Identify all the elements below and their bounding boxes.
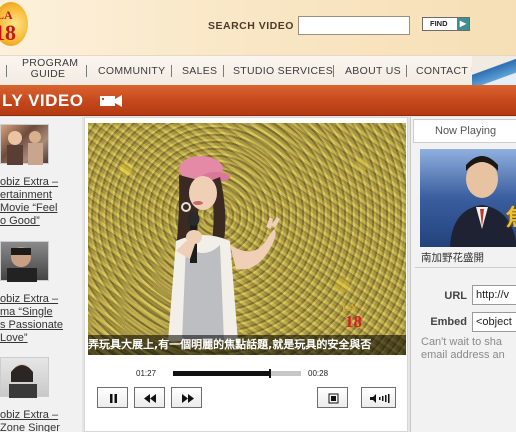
- list-item-line: s Passionate: [0, 319, 63, 331]
- list-item[interactable]: obiz Extra – Zone Singer: [0, 409, 82, 432]
- fullscreen-button[interactable]: [317, 387, 348, 408]
- nav-item-about-us[interactable]: ABOUT US: [345, 56, 401, 86]
- site-logo[interactable]: LA 18: [0, 2, 28, 46]
- share-description-line: email address an: [421, 349, 505, 361]
- seek-bar-fill: [173, 371, 269, 376]
- nav-item-sales[interactable]: SALES: [182, 56, 217, 86]
- nav-separator: [406, 65, 407, 77]
- section-title: LY VIDEO: [2, 91, 84, 110]
- url-label: URL: [444, 290, 467, 302]
- video-subject-image: [168, 156, 280, 341]
- list-item-line: Love”: [0, 332, 28, 344]
- time-total: 00:28: [308, 369, 329, 378]
- video-list: obiz Extra – ertainment Movie “Feel o Go…: [0, 117, 82, 432]
- list-item-line: obiz Extra –: [0, 176, 59, 188]
- channel-watermark-bottom: 18: [345, 312, 362, 331]
- video-thumbnail[interactable]: [0, 241, 49, 282]
- main-nav: PROGRAM GUIDE COMMUNITY SALES STUDIO SER…: [0, 55, 516, 88]
- pause-button[interactable]: [97, 387, 128, 408]
- share-description-line: Can't wait to sha: [421, 336, 502, 348]
- thumbnail-image: [7, 131, 43, 165]
- search-input[interactable]: [298, 16, 410, 35]
- tab-now-playing[interactable]: Now Playing: [413, 119, 516, 143]
- list-item-line: o Good”: [0, 215, 40, 227]
- video-subtitle: 弄玩具大展上,有一個明麗的焦點話題,就是玩具的安全與否: [88, 335, 406, 355]
- site-header: LA 18 SEARCH VIDEO FIND ▶: [0, 0, 516, 55]
- video-camera-icon: [100, 95, 122, 107]
- list-item-line: Movie “Feel: [0, 202, 58, 214]
- list-item[interactable]: obiz Extra – ertainment Movie “Feel o Go…: [0, 176, 82, 228]
- nav-item-program-guide[interactable]: PROGRAM GUIDE: [22, 58, 78, 88]
- nav-item-label: SALES: [182, 65, 218, 77]
- rewind-button[interactable]: [134, 387, 165, 408]
- nav-item-community[interactable]: COMMUNITY: [98, 56, 165, 86]
- find-button[interactable]: FIND ▶: [422, 17, 470, 31]
- divider: [415, 267, 516, 268]
- embed-field[interactable]: [472, 312, 516, 332]
- thumbnail-image: [9, 364, 37, 398]
- video-thumbnail[interactable]: [0, 357, 49, 398]
- nav-item-label-line2: GUIDE: [30, 68, 66, 80]
- list-item-line: obiz Extra –: [0, 409, 59, 421]
- arrow-right-icon: ▶: [457, 18, 469, 30]
- fast-forward-icon: [182, 394, 194, 403]
- section-title-bar: LY VIDEO: [0, 85, 516, 116]
- now-playing-panel: Now Playing 焦 南加野花盛開 URL Embed: [410, 117, 516, 432]
- pause-icon: [110, 394, 117, 403]
- nav-item-label: COMMUNITY: [98, 65, 166, 77]
- player-controls: 01:27 00:28: [88, 358, 406, 430]
- now-playing-thumbnail[interactable]: 焦: [420, 149, 516, 247]
- page: LA 18 SEARCH VIDEO FIND ▶ PROGRAM GUIDE …: [0, 0, 516, 432]
- list-item-line: obiz Extra –: [0, 293, 59, 305]
- rewind-icon: [144, 394, 156, 403]
- channel-watermark: LA 18: [342, 303, 372, 333]
- nav-separator: [171, 65, 172, 77]
- volume-button[interactable]: [361, 387, 396, 408]
- fullscreen-icon: [328, 393, 339, 404]
- now-playing-title: 南加野花盛開: [421, 252, 484, 264]
- embed-label: Embed: [430, 316, 467, 328]
- nav-item-label: STUDIO SERVICES: [233, 65, 333, 77]
- thumbnail-image: [7, 247, 37, 282]
- fast-forward-button[interactable]: [171, 387, 202, 408]
- nav-separator: [86, 65, 87, 77]
- nav-separator: [6, 65, 7, 77]
- nav-separator: [333, 65, 334, 77]
- url-field[interactable]: [472, 285, 516, 305]
- nav-item-label: ABOUT US: [345, 65, 401, 77]
- seek-bar[interactable]: [173, 369, 301, 378]
- nav-separator: [223, 65, 224, 77]
- list-item-line: ma “Single: [0, 306, 53, 318]
- find-button-label: FIND: [430, 19, 448, 28]
- seek-handle[interactable]: [269, 369, 271, 378]
- logo-text-bottom: 18: [0, 20, 16, 45]
- nav-swoosh-decoration: [472, 56, 516, 86]
- time-current: 01:27: [136, 369, 157, 378]
- list-item-line: Zone Singer: [0, 422, 60, 432]
- thumbnail-caption-glyph: 焦: [506, 200, 516, 232]
- search-label: SEARCH VIDEO: [208, 20, 294, 32]
- nav-item-studio-services[interactable]: STUDIO SERVICES: [233, 56, 333, 86]
- thumbnail-image: [420, 149, 516, 247]
- share-description: Can't wait to sha email address an: [421, 336, 516, 362]
- list-item-line: ertainment: [0, 189, 52, 201]
- video-thumbnail[interactable]: [0, 124, 49, 165]
- volume-icon: [370, 394, 390, 403]
- list-item[interactable]: obiz Extra – ma “Single s Passionate Lov…: [0, 293, 82, 345]
- video-player: LA 18 弄玩具大展上,有一個明麗的焦點話題,就是玩具的安全與否 01:27 …: [84, 117, 408, 432]
- video-frame[interactable]: LA 18 弄玩具大展上,有一個明麗的焦點話題,就是玩具的安全與否: [88, 123, 406, 355]
